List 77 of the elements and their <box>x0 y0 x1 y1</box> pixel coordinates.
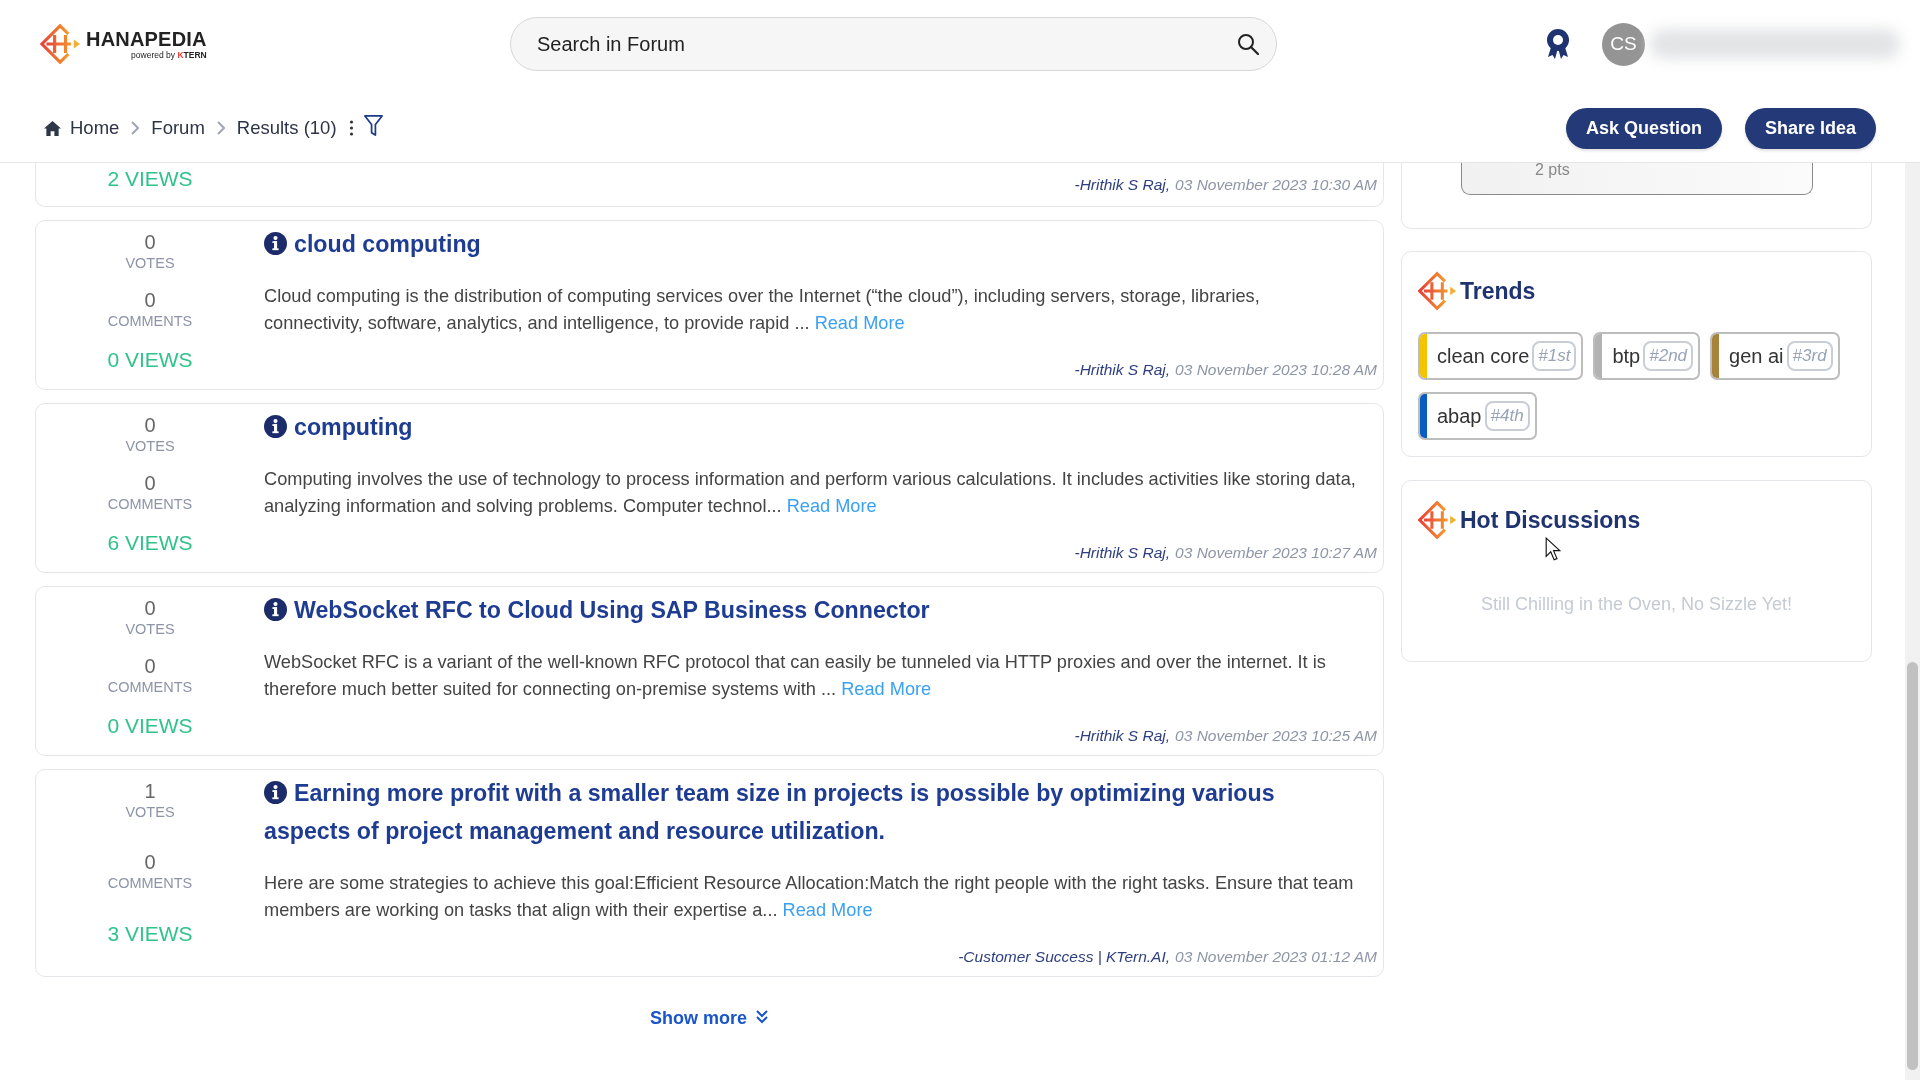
view-count: 0 VIEWS <box>107 712 193 739</box>
scrollbar-thumb[interactable] <box>1907 662 1918 1070</box>
post-date: 03 November 2023 10:28 AM <box>1175 360 1377 380</box>
post-author-link[interactable]: -Customer Success | KTern.AI, <box>958 947 1171 967</box>
breadcrumb-link[interactable]: Home <box>43 117 120 139</box>
info-icon <box>264 781 287 804</box>
logo-wordmark[interactable]: HANAPEDIA <box>86 28 207 50</box>
post-author-link[interactable]: -Hrithik S Raj, <box>1074 360 1171 380</box>
votes-label: VOTES <box>125 620 175 638</box>
award-badge-icon[interactable] <box>1545 28 1571 60</box>
post-title-link[interactable]: cloud computing <box>264 225 1377 263</box>
post-title-link[interactable]: WebSocket RFC to Cloud Using SAP Business Connector <box>264 591 1377 629</box>
post-excerpt: WebSocket RFC is a variant of the well-known RFC protocol that can easily be tunneled via HTTP proxies and over the internet. It is therefore much better suited for connecting on-premise systems with ... Read More <box>264 651 1327 701</box>
post-author-link[interactable]: -Hrithik S Raj, <box>1074 175 1171 195</box>
trend-tag[interactable]: btp #2nd <box>1593 332 1701 380</box>
search-icon[interactable] <box>1237 33 1259 55</box>
action-button[interactable]: Ask Question <box>1565 107 1722 149</box>
logo-tagline: powered by KTERN <box>131 50 207 60</box>
post-date: 03 November 2023 01:12 AM <box>1175 947 1377 967</box>
mouse-pointer-icon <box>1545 537 1561 562</box>
post-excerpt: Cloud computing is the distribution of computing services over the Internet (“the cloud”), including servers, storage, libraries, connectivity, software, analytics, and intelligence, to provide rapid ... Read More <box>264 285 1261 335</box>
post-date: 03 November 2023 10:30 AM <box>1175 175 1377 195</box>
vote-count: 0 <box>144 413 156 437</box>
info-icon <box>264 415 287 438</box>
post-date: 03 November 2023 10:25 AM <box>1175 726 1377 746</box>
post-date: 03 November 2023 10:27 AM <box>1175 543 1377 563</box>
view-count: 6 VIEWS <box>107 529 193 556</box>
filter-icon[interactable] <box>362 113 384 137</box>
votes-label: VOTES <box>125 254 175 272</box>
search-field[interactable]: Search in Forum <box>510 17 1277 71</box>
home-icon <box>43 119 62 137</box>
comments-label: COMMENTS <box>107 678 193 697</box>
info-icon <box>264 232 287 255</box>
show-more-button[interactable]: Show more <box>644 1004 775 1033</box>
points-text: 2 pts <box>1535 163 1571 177</box>
diamond-logo-icon <box>1418 500 1458 540</box>
double-chevron-down-icon <box>755 1008 769 1025</box>
chevron-right-icon <box>131 121 140 135</box>
post-author-link[interactable]: -Hrithik S Raj, <box>1074 543 1171 563</box>
vote-count: 1 <box>144 779 156 803</box>
post-title-link[interactable]: Earning more profit with a smaller team size in projects is possible by optimizing various aspects of project management and resource utilization. <box>264 774 1377 850</box>
vote-count: 0 <box>144 230 156 254</box>
votes-label: VOTES <box>125 437 175 455</box>
rank-badge: #2nd <box>1643 341 1694 371</box>
empty-state-message: Still Chilling in the Oven, No Sizzle Yet! <box>1479 593 1794 616</box>
vote-count: 0 <box>144 596 156 620</box>
info-icon <box>264 598 287 621</box>
comment-count: 0 <box>144 471 156 496</box>
breadcrumb-link[interactable]: Forum <box>151 117 205 139</box>
post-author-link[interactable]: -Hrithik S Raj, <box>1074 726 1171 746</box>
action-button[interactable]: Share Idea <box>1744 107 1876 149</box>
hot-discussions-heading: Hot Discussions <box>1460 506 1641 534</box>
rank-badge: #1st <box>1532 341 1577 371</box>
view-count: 2 VIEWS <box>107 166 193 192</box>
trend-tag[interactable]: gen ai #3rd <box>1710 332 1840 380</box>
breadcrumb-link[interactable]: Results (10) <box>236 117 337 139</box>
comment-count: 0 <box>144 288 156 313</box>
rank-badge: #3rd <box>1786 341 1833 371</box>
trends-heading: Trends <box>1460 277 1536 305</box>
chevron-right-icon <box>216 121 225 135</box>
post-excerpt: Here are some strategies to achieve this goal:Efficient Resource Allocation:Match the right people with the right tasks. Ensure that team members are working on tasks that align with their expertise a... Read More <box>264 872 1355 922</box>
diamond-logo-icon <box>40 24 82 64</box>
diamond-logo-icon <box>1418 271 1458 311</box>
comment-count: 0 <box>144 850 156 874</box>
comment-count: 0 <box>144 654 156 679</box>
trend-tag[interactable]: abap #4th <box>1418 392 1537 440</box>
view-count: 0 VIEWS <box>107 346 193 373</box>
view-count: 3 VIEWS <box>107 921 193 947</box>
votes-label: VOTES <box>125 803 175 821</box>
comments-label: COMMENTS <box>107 874 193 892</box>
comments-label: COMMENTS <box>107 312 193 331</box>
comments-label: COMMENTS <box>107 495 193 514</box>
trend-tag[interactable]: clean core #1st <box>1418 332 1584 380</box>
rank-badge: #4th <box>1484 401 1530 431</box>
more-options-icon[interactable] <box>348 120 354 136</box>
post-excerpt: Computing involves the use of technology to process information and perform various calculations. It includes activities like storing data, analyzing information and solving problems. Computer technol... Read More <box>264 468 1357 518</box>
post-title-link[interactable]: computing <box>264 408 1377 446</box>
